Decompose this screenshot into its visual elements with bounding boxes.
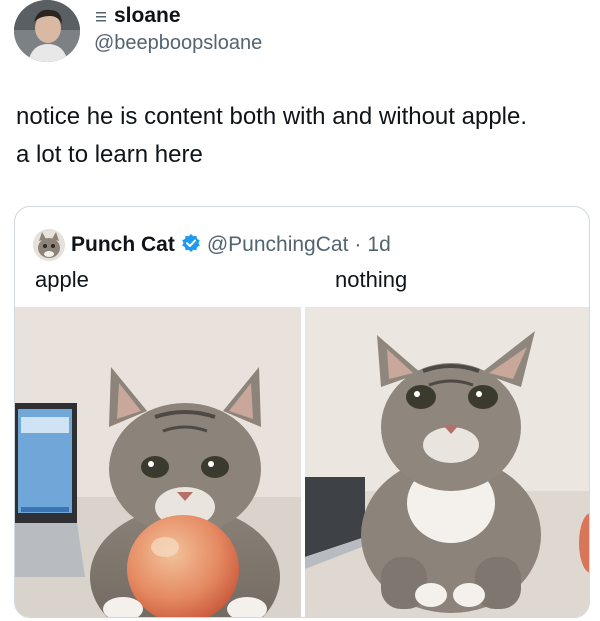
left-caption: apple <box>35 267 89 292</box>
photo-cat-without-apple[interactable] <box>305 307 589 617</box>
author-handle[interactable]: @beepboopsloane <box>94 32 262 55</box>
quoted-tweet-card[interactable]: Punch Cat @PunchingCat · 1d apple nothin… <box>14 206 590 618</box>
quoted-timestamp[interactable]: 1d <box>367 233 390 257</box>
meta-separator: · <box>354 233 362 256</box>
quoted-author-avatar[interactable] <box>33 229 65 261</box>
right-caption: nothing <box>335 267 408 292</box>
photo-cat-with-apple[interactable] <box>15 307 301 617</box>
tweet-line-1: notice he is content both with and witho… <box>16 103 528 130</box>
decorative-label-icon <box>94 10 108 22</box>
author-display-name[interactable]: sloane <box>114 4 181 28</box>
quoted-handle[interactable]: @PunchingCat <box>207 233 349 257</box>
tweet-text: notice he is content both with and witho… <box>16 98 586 174</box>
author-avatar[interactable] <box>14 0 80 62</box>
tweet-line-2: a lot to learn here <box>16 141 203 168</box>
quoted-display-name[interactable]: Punch Cat <box>71 233 175 257</box>
verified-badge-icon <box>181 233 201 258</box>
quoted-tweet-header: Punch Cat @PunchingCat · 1d <box>33 229 391 261</box>
